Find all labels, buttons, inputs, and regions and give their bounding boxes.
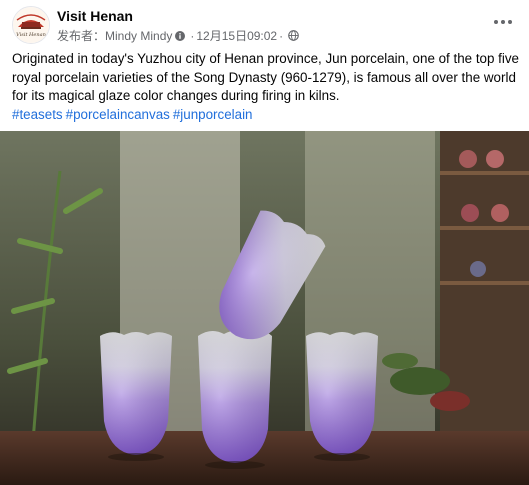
info-icon[interactable] — [175, 30, 186, 41]
visit-henan-logo: Visit Henan — [13, 7, 49, 43]
publisher-name[interactable]: Mindy Mindy — [105, 29, 172, 43]
jun-porcelain-cups-image — [0, 131, 529, 485]
post-body: Originated in today's Yuzhou city of Hen… — [12, 50, 520, 124]
post-meta: 发布者： Mindy Mindy · 12月15日09:02 · — [57, 27, 299, 44]
post-text: Originated in today's Yuzhou city of Hen… — [12, 51, 520, 103]
avatar-text: Visit Henan — [16, 32, 46, 38]
meta-separator-2: · — [279, 28, 284, 43]
more-horizontal-icon — [494, 20, 512, 24]
post-header: Visit Henan Visit Henan 发布者： Mindy Mindy… — [0, 0, 529, 44]
hashtag-teasets[interactable]: #teasets — [12, 107, 63, 122]
more-options-button[interactable] — [491, 10, 515, 34]
page-avatar[interactable]: Visit Henan — [12, 6, 50, 44]
page-name[interactable]: Visit Henan — [57, 8, 133, 24]
facebook-post: Visit Henan Visit Henan 发布者： Mindy Mindy… — [0, 0, 529, 485]
meta-separator: · — [190, 28, 195, 43]
globe-icon — [288, 30, 299, 41]
hashtag-porcelaincanvas[interactable]: #porcelaincanvas — [66, 107, 170, 122]
hashtag-list: #teasets #porcelaincanvas #junporcelain — [12, 106, 520, 125]
hashtag-junporcelain[interactable]: #junporcelain — [173, 107, 253, 122]
post-timestamp[interactable]: 12月15日09:02 — [196, 27, 277, 44]
publisher-label: 发布者： — [57, 29, 106, 43]
post-photo[interactable] — [0, 131, 529, 485]
